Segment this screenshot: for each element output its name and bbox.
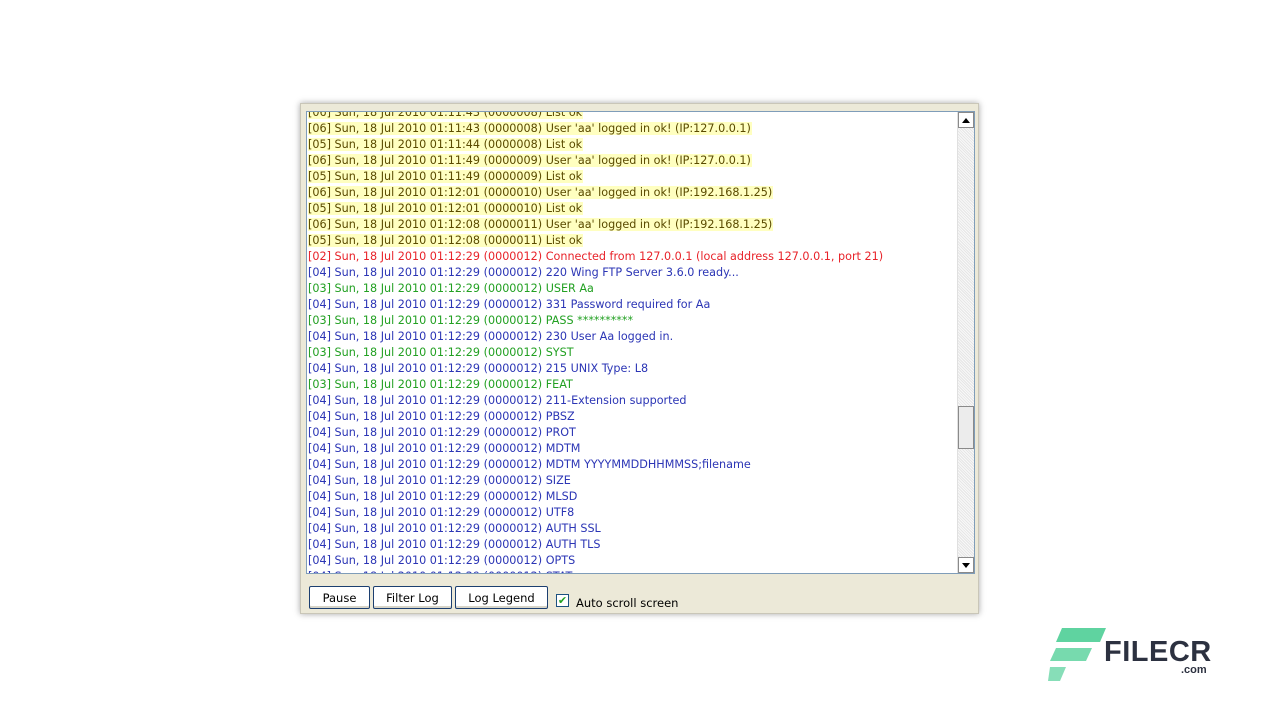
log-line: [04] Sun, 18 Jul 2010 01:12:29 (0000012)… (307, 553, 957, 569)
log-line: [04] Sun, 18 Jul 2010 01:12:29 (0000012)… (307, 265, 957, 281)
log-line: [04] Sun, 18 Jul 2010 01:12:29 (0000012)… (307, 457, 957, 473)
log-line-text: [05] Sun, 18 Jul 2010 01:11:44 (0000008)… (308, 138, 583, 151)
log-line-text: [04] Sun, 18 Jul 2010 01:12:29 (0000012)… (308, 410, 576, 423)
filecr-watermark: FILECR .com (1048, 628, 1218, 684)
log-line-text: [04] Sun, 18 Jul 2010 01:12:29 (0000012)… (308, 362, 649, 375)
log-line-text: [04] Sun, 18 Jul 2010 01:12:29 (0000012)… (308, 474, 572, 487)
log-line: [04] Sun, 18 Jul 2010 01:12:29 (0000012)… (307, 521, 957, 537)
log-line-text: [05] Sun, 18 Jul 2010 01:12:08 (0000011)… (308, 234, 583, 247)
log-line-text: [05] Sun, 18 Jul 2010 01:12:01 (0000010)… (308, 202, 583, 215)
log-line: [05] Sun, 18 Jul 2010 01:11:44 (0000008)… (307, 137, 957, 153)
auto-scroll-label: Auto scroll screen (576, 596, 678, 610)
log-line: [03] Sun, 18 Jul 2010 01:12:29 (0000012)… (307, 345, 957, 361)
log-line: [02] Sun, 18 Jul 2010 01:12:29 (0000012)… (307, 249, 957, 265)
filecr-logo-icon (1048, 628, 1108, 682)
log-line-text: [06] Sun, 18 Jul 2010 01:11:43 (0000008)… (308, 111, 583, 119)
log-line-text: [04] Sun, 18 Jul 2010 01:12:29 (0000012)… (308, 442, 581, 455)
log-line: [03] Sun, 18 Jul 2010 01:12:29 (0000012)… (307, 313, 957, 329)
log-line-text: [04] Sun, 18 Jul 2010 01:12:29 (0000012)… (308, 554, 576, 567)
log-line-text: [03] Sun, 18 Jul 2010 01:12:29 (0000012)… (308, 282, 595, 295)
log-line-text: [04] Sun, 18 Jul 2010 01:12:29 (0000012)… (308, 538, 602, 551)
log-line-text: [04] Sun, 18 Jul 2010 01:12:29 (0000012)… (308, 570, 573, 574)
log-line-text: [04] Sun, 18 Jul 2010 01:12:29 (0000012)… (308, 298, 711, 311)
checkmark-icon: ✔ (558, 595, 567, 606)
log-line: [04] Sun, 18 Jul 2010 01:12:29 (0000012)… (307, 297, 957, 313)
log-line-text: [04] Sun, 18 Jul 2010 01:12:29 (0000012)… (308, 426, 577, 439)
log-line-text: [03] Sun, 18 Jul 2010 01:12:29 (0000012)… (308, 346, 575, 359)
log-line-text: [06] Sun, 18 Jul 2010 01:12:01 (0000010)… (308, 186, 773, 199)
log-line: [04] Sun, 18 Jul 2010 01:12:29 (0000012)… (307, 425, 957, 441)
auto-scroll-toggle[interactable]: ✔ Auto scroll screen (556, 592, 678, 608)
log-line: [03] Sun, 18 Jul 2010 01:12:29 (0000012)… (307, 281, 957, 297)
log-line: [04] Sun, 18 Jul 2010 01:12:29 (0000012)… (307, 361, 957, 377)
log-line-text: [04] Sun, 18 Jul 2010 01:12:29 (0000012)… (308, 330, 674, 343)
triangle-up-icon (962, 118, 970, 123)
scroll-up-button[interactable] (958, 112, 974, 128)
log-lines: [06] Sun, 18 Jul 2010 01:11:43 (0000008)… (307, 111, 957, 574)
log-line-text: [03] Sun, 18 Jul 2010 01:12:29 (0000012)… (308, 314, 634, 327)
log-line-text: [04] Sun, 18 Jul 2010 01:12:29 (0000012)… (308, 506, 575, 519)
log-line-text: [03] Sun, 18 Jul 2010 01:12:29 (0000012)… (308, 378, 574, 391)
log-line-text: [04] Sun, 18 Jul 2010 01:12:29 (0000012)… (308, 394, 688, 407)
log-line: [06] Sun, 18 Jul 2010 01:11:43 (0000008)… (307, 121, 957, 137)
log-line: [04] Sun, 18 Jul 2010 01:12:29 (0000012)… (307, 473, 957, 489)
log-line: [06] Sun, 18 Jul 2010 01:11:49 (0000009)… (307, 153, 957, 169)
log-line: [05] Sun, 18 Jul 2010 01:11:49 (0000009)… (307, 169, 957, 185)
log-line: [04] Sun, 18 Jul 2010 01:12:29 (0000012)… (307, 393, 957, 409)
log-line-text: [04] Sun, 18 Jul 2010 01:12:29 (0000012)… (308, 458, 752, 471)
triangle-down-icon (962, 563, 970, 568)
log-line-text: [04] Sun, 18 Jul 2010 01:12:29 (0000012)… (308, 490, 578, 503)
log-line: [05] Sun, 18 Jul 2010 01:12:01 (0000010)… (307, 201, 957, 217)
log-line: [04] Sun, 18 Jul 2010 01:12:29 (0000012)… (307, 329, 957, 345)
log-line-text: [02] Sun, 18 Jul 2010 01:12:29 (0000012)… (308, 250, 884, 263)
log-legend-button[interactable]: Log Legend (455, 586, 548, 609)
log-line-text: [06] Sun, 18 Jul 2010 01:11:49 (0000009)… (308, 154, 752, 167)
log-line-text: [05] Sun, 18 Jul 2010 01:11:49 (0000009)… (308, 170, 583, 183)
log-line: [04] Sun, 18 Jul 2010 01:12:29 (0000012)… (307, 409, 957, 425)
log-panel[interactable]: [06] Sun, 18 Jul 2010 01:11:43 (0000008)… (306, 111, 975, 574)
log-line: [05] Sun, 18 Jul 2010 01:12:08 (0000011)… (307, 233, 957, 249)
log-line-text: [04] Sun, 18 Jul 2010 01:12:29 (0000012)… (308, 522, 602, 535)
auto-scroll-checkbox[interactable]: ✔ (556, 594, 569, 607)
log-line: [06] Sun, 18 Jul 2010 01:12:08 (0000011)… (307, 217, 957, 233)
filter-log-button[interactable]: Filter Log (373, 586, 452, 609)
log-line: [04] Sun, 18 Jul 2010 01:12:29 (0000012)… (307, 489, 957, 505)
log-window: [06] Sun, 18 Jul 2010 01:11:43 (0000008)… (300, 103, 979, 614)
scroll-down-button[interactable] (958, 557, 974, 573)
watermark-suffix: .com (1181, 664, 1207, 676)
log-line: [06] Sun, 18 Jul 2010 01:11:43 (0000008)… (307, 111, 957, 121)
log-line-text: [06] Sun, 18 Jul 2010 01:12:08 (0000011)… (308, 218, 773, 231)
log-line: [04] Sun, 18 Jul 2010 01:12:29 (0000012)… (307, 505, 957, 521)
log-line: [04] Sun, 18 Jul 2010 01:12:29 (0000012)… (307, 441, 957, 457)
log-line: [04] Sun, 18 Jul 2010 01:12:29 (0000012)… (307, 537, 957, 553)
log-line: [04] Sun, 18 Jul 2010 01:12:29 (0000012)… (307, 569, 957, 574)
vertical-scrollbar[interactable] (957, 112, 974, 573)
log-line: [03] Sun, 18 Jul 2010 01:12:29 (0000012)… (307, 377, 957, 393)
log-line-text: [06] Sun, 18 Jul 2010 01:11:43 (0000008)… (308, 122, 752, 135)
log-line: [06] Sun, 18 Jul 2010 01:12:01 (0000010)… (307, 185, 957, 201)
pause-button[interactable]: Pause (309, 586, 370, 609)
scrollbar-thumb[interactable] (958, 406, 974, 449)
log-line-text: [04] Sun, 18 Jul 2010 01:12:29 (0000012)… (308, 266, 740, 279)
